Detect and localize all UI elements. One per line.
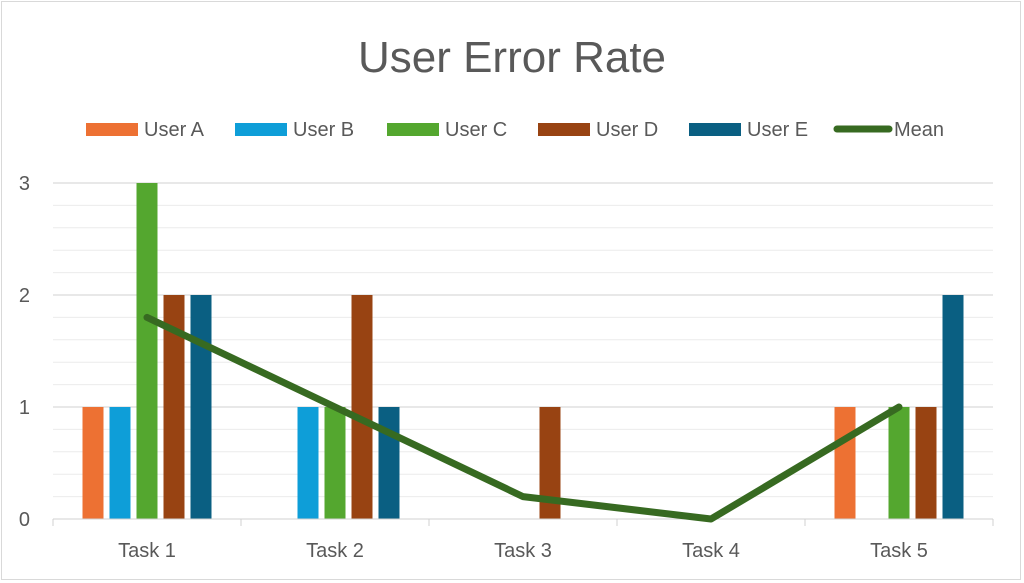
bar-user-b-task-1 [109,407,131,519]
mean-line-group [143,313,903,523]
legend-label: User E [747,119,808,141]
x-axis: Task 1 Task 2 Task 3 Task 4 Task 5 [52,518,994,562]
legend-item-user-b: User B [235,119,354,141]
legend-label: Mean [894,119,944,141]
y-tick-label: 0 [19,509,30,531]
legend-item-user-d: User D [538,119,658,141]
legend-swatch [387,123,439,136]
legend-item-user-a: User A [86,119,205,141]
legend-item-user-e: User E [689,119,808,141]
legend-label: User C [445,119,507,141]
legend-swatch [689,123,741,136]
y-tick-label: 1 [19,397,30,419]
bar-user-c-task-2 [324,407,346,519]
legend-swatch [235,123,287,136]
bar-user-a-task-1 [82,407,104,519]
x-tick-label: Task 2 [306,540,364,562]
bar-user-e-task-1 [190,295,212,519]
legend: User A User B User C User D User E Mean [86,119,944,141]
y-tick-label: 3 [19,173,30,195]
x-tick-label: Task 3 [494,540,552,562]
bar-user-b-task-2 [297,407,319,519]
bar-user-e-task-2 [378,407,400,519]
bar-user-e-task-5 [942,295,964,519]
legend-swatch [538,123,590,136]
legend-label: User A [144,119,205,141]
bar-user-d-task-5 [915,407,937,519]
y-axis: 0 1 2 3 [19,173,30,531]
x-tick-label: Task 1 [118,540,176,562]
x-tick-label: Task 4 [682,540,740,562]
y-tick-label: 2 [19,285,30,307]
legend-item-mean: Mean [833,119,944,141]
chart: User Error Rate User A User B User C User D… [19,33,994,562]
legend-swatch [86,123,138,136]
legend-label: User D [596,119,658,141]
line-mean [143,313,903,523]
legend-label: User B [293,119,354,141]
bar-user-c-task-1 [136,183,158,519]
chart-title: User Error Rate [358,33,666,82]
bar-user-a-task-5 [834,407,856,519]
legend-item-user-c: User C [387,119,507,141]
bar-user-d-task-2 [351,295,373,519]
x-tick-label: Task 5 [870,540,928,562]
bar-user-c-task-5 [888,407,910,519]
